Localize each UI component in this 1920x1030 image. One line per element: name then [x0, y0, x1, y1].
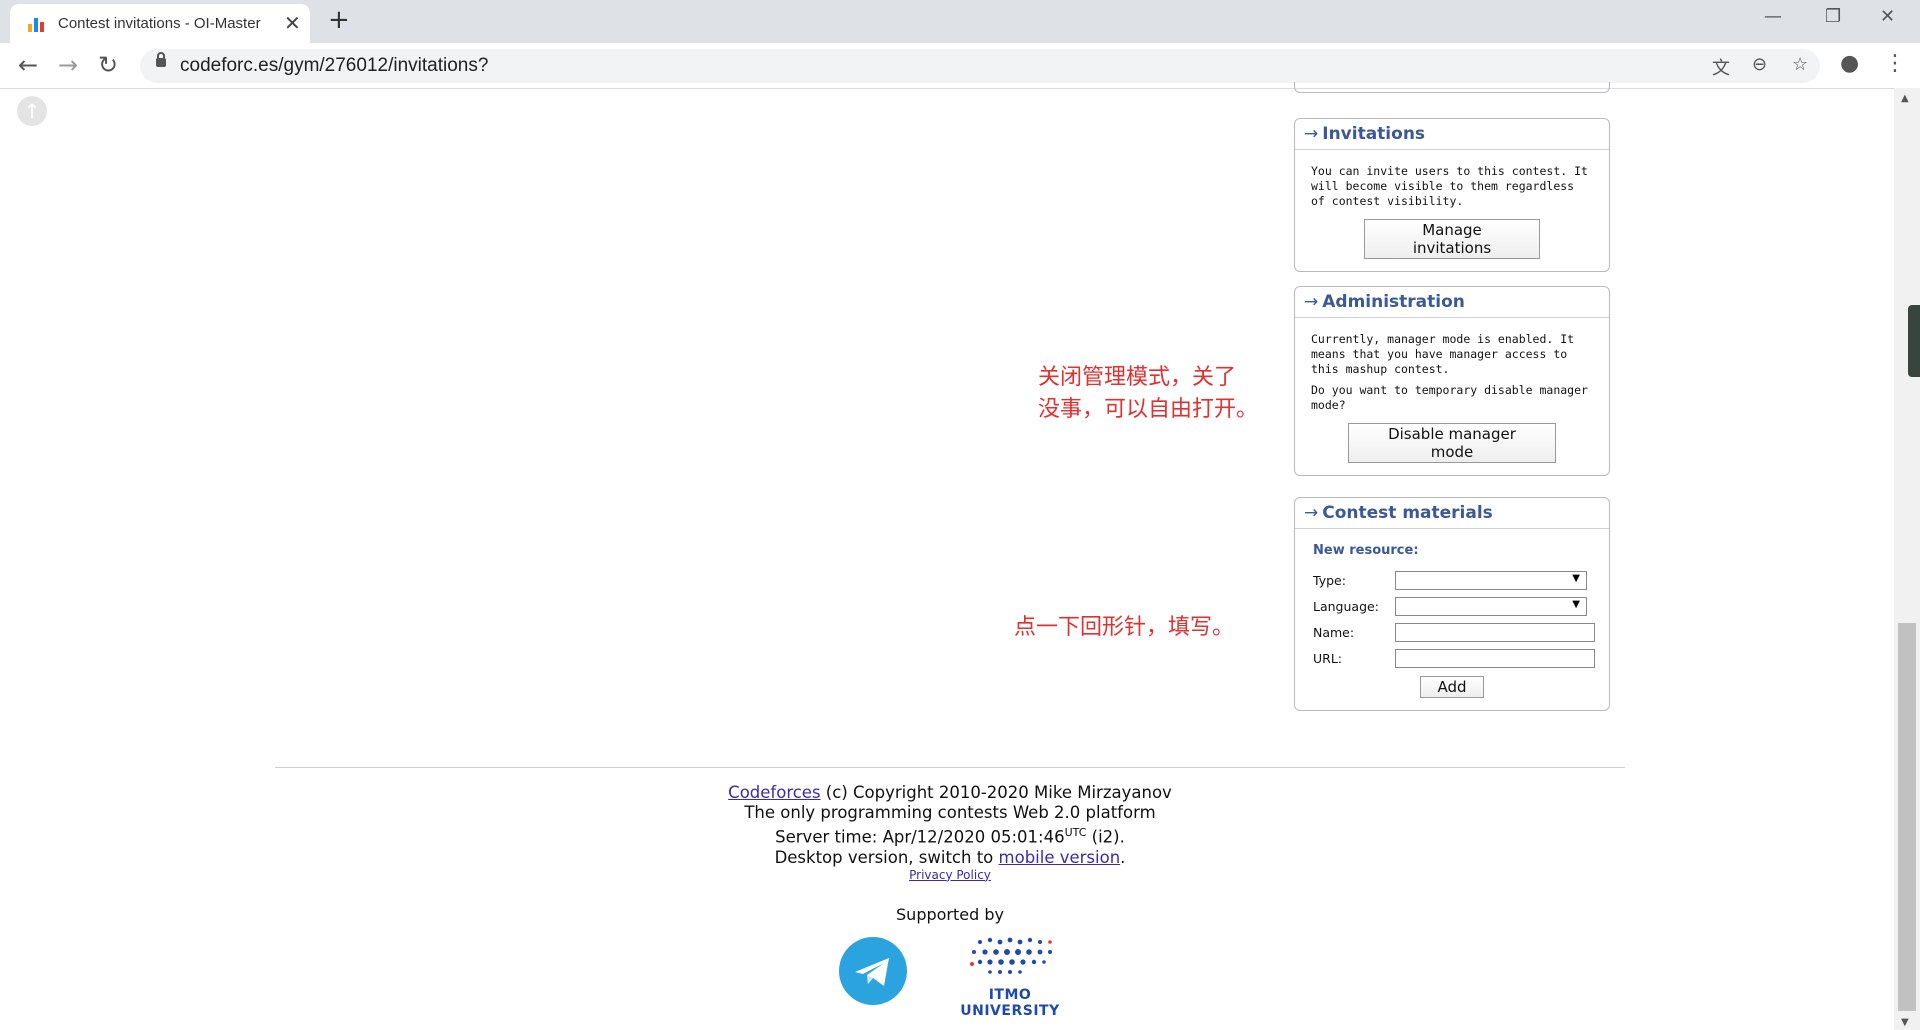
reload-button[interactable]: ↻: [98, 51, 118, 79]
manager-mode-text: Currently, manager mode is enabled. It m…: [1311, 332, 1575, 376]
lock-icon[interactable]: [156, 52, 166, 67]
forward-button[interactable]: →: [58, 51, 78, 79]
browser-menu-icon[interactable]: ⋮: [1884, 51, 1906, 76]
scrollbar-thumb[interactable]: [1898, 623, 1916, 1011]
itmo-university-text: ITMO UNIVERSITY: [960, 987, 1060, 1019]
administration-title: → Administration: [1295, 287, 1609, 318]
arrow-icon: →: [1304, 292, 1319, 312]
url-label: URL:: [1313, 651, 1343, 666]
translate-icon[interactable]: 文: [1712, 54, 1730, 80]
bookmark-star-icon[interactable]: ☆: [1792, 54, 1808, 75]
privacy-policy-link[interactable]: Privacy Policy: [909, 868, 991, 882]
invitations-title: → Invitations: [1295, 119, 1609, 150]
contest-materials-box: →Contest materials New resource: Type: L…: [1294, 497, 1610, 711]
tab-title: Contest invitations - OI-Master: [58, 15, 261, 32]
codeforces-favicon-icon: [28, 16, 46, 32]
zoom-icon[interactable]: ⊖: [1752, 54, 1767, 75]
address-bar[interactable]: codeforc.es/gym/276012/invitations? 文 ⊖ …: [140, 49, 1820, 83]
disable-question-text: Do you want to temporary disable manager…: [1311, 383, 1588, 412]
materials-annotation: 点一下回形针，填写。: [1014, 615, 1235, 640]
new-tab-button[interactable]: +: [328, 5, 350, 35]
name-label: Name:: [1313, 625, 1355, 640]
account-icon[interactable]: ●: [1840, 51, 1859, 76]
arrow-icon: →: [1304, 503, 1319, 523]
tab-close-icon[interactable]: ✕: [284, 11, 301, 35]
footer: Codeforces (c) Copyright 2010-2020 Mike …: [600, 783, 1300, 882]
scroll-up-arrow-icon[interactable]: ▲: [1901, 93, 1909, 104]
scroll-to-top-icon[interactable]: ↑: [17, 96, 47, 126]
tagline: The only programming contests Web 2.0 pl…: [744, 803, 1156, 822]
window-close-button[interactable]: ✕: [1880, 6, 1895, 27]
footer-divider: [275, 767, 1625, 768]
invitations-text: You can invite users to this contest. It…: [1311, 164, 1588, 208]
restore-button[interactable]: ❐: [1825, 6, 1841, 27]
scroll-down-arrow-icon[interactable]: ▼: [1901, 1017, 1909, 1028]
mobile-version-link[interactable]: mobile version: [999, 848, 1121, 867]
language-label: Language:: [1313, 599, 1379, 614]
url-text[interactable]: codeforc.es/gym/276012/invitations?: [180, 55, 488, 77]
server-time: Server time: Apr/12/2020 05:01:46UTC (i2…: [775, 826, 1125, 847]
side-panel-handle[interactable]: [1908, 305, 1920, 377]
add-resource-button[interactable]: Add: [1420, 676, 1484, 698]
materials-title: → Contest materials: [1295, 498, 1609, 529]
url-input[interactable]: [1395, 649, 1595, 668]
new-resource-heading: New resource:: [1313, 543, 1419, 558]
codeforces-link[interactable]: Codeforces: [728, 783, 820, 802]
disable-manager-mode-button[interactable]: Disable manager mode: [1348, 423, 1556, 463]
browser-toolbar: ← → ↻ codeforc.es/gym/276012/invitations…: [0, 43, 1920, 89]
arrow-icon: →: [1304, 124, 1319, 144]
type-label: Type:: [1313, 573, 1346, 588]
minimize-button[interactable]: —: [1764, 6, 1782, 27]
name-input[interactable]: [1395, 623, 1595, 642]
language-select[interactable]: [1395, 597, 1587, 616]
browser-tab[interactable]: Contest invitations - OI-Master ✕: [10, 4, 310, 43]
telegram-logo-icon[interactable]: [839, 937, 907, 1005]
vertical-scrollbar[interactable]: ▲ ▼: [1894, 88, 1920, 1030]
type-select[interactable]: [1395, 571, 1587, 590]
administration-box: → Administration Currently, manager mode …: [1294, 286, 1610, 476]
itmo-logo-icon[interactable]: [966, 934, 1056, 978]
manage-invitations-button[interactable]: Manage invitations: [1364, 219, 1540, 259]
previous-sidebar-box: [1294, 82, 1610, 93]
manager-mode-annotation: 关闭管理模式，关了 没事，可以自由打开。: [1038, 365, 1259, 422]
invitations-box: → Invitations You can invite users to thi…: [1294, 118, 1610, 272]
back-button[interactable]: ←: [18, 51, 38, 79]
tab-bar: Contest invitations - OI-Master ✕ + — ❐ …: [0, 0, 1920, 43]
supported-by-text: Supported by: [896, 905, 1004, 924]
